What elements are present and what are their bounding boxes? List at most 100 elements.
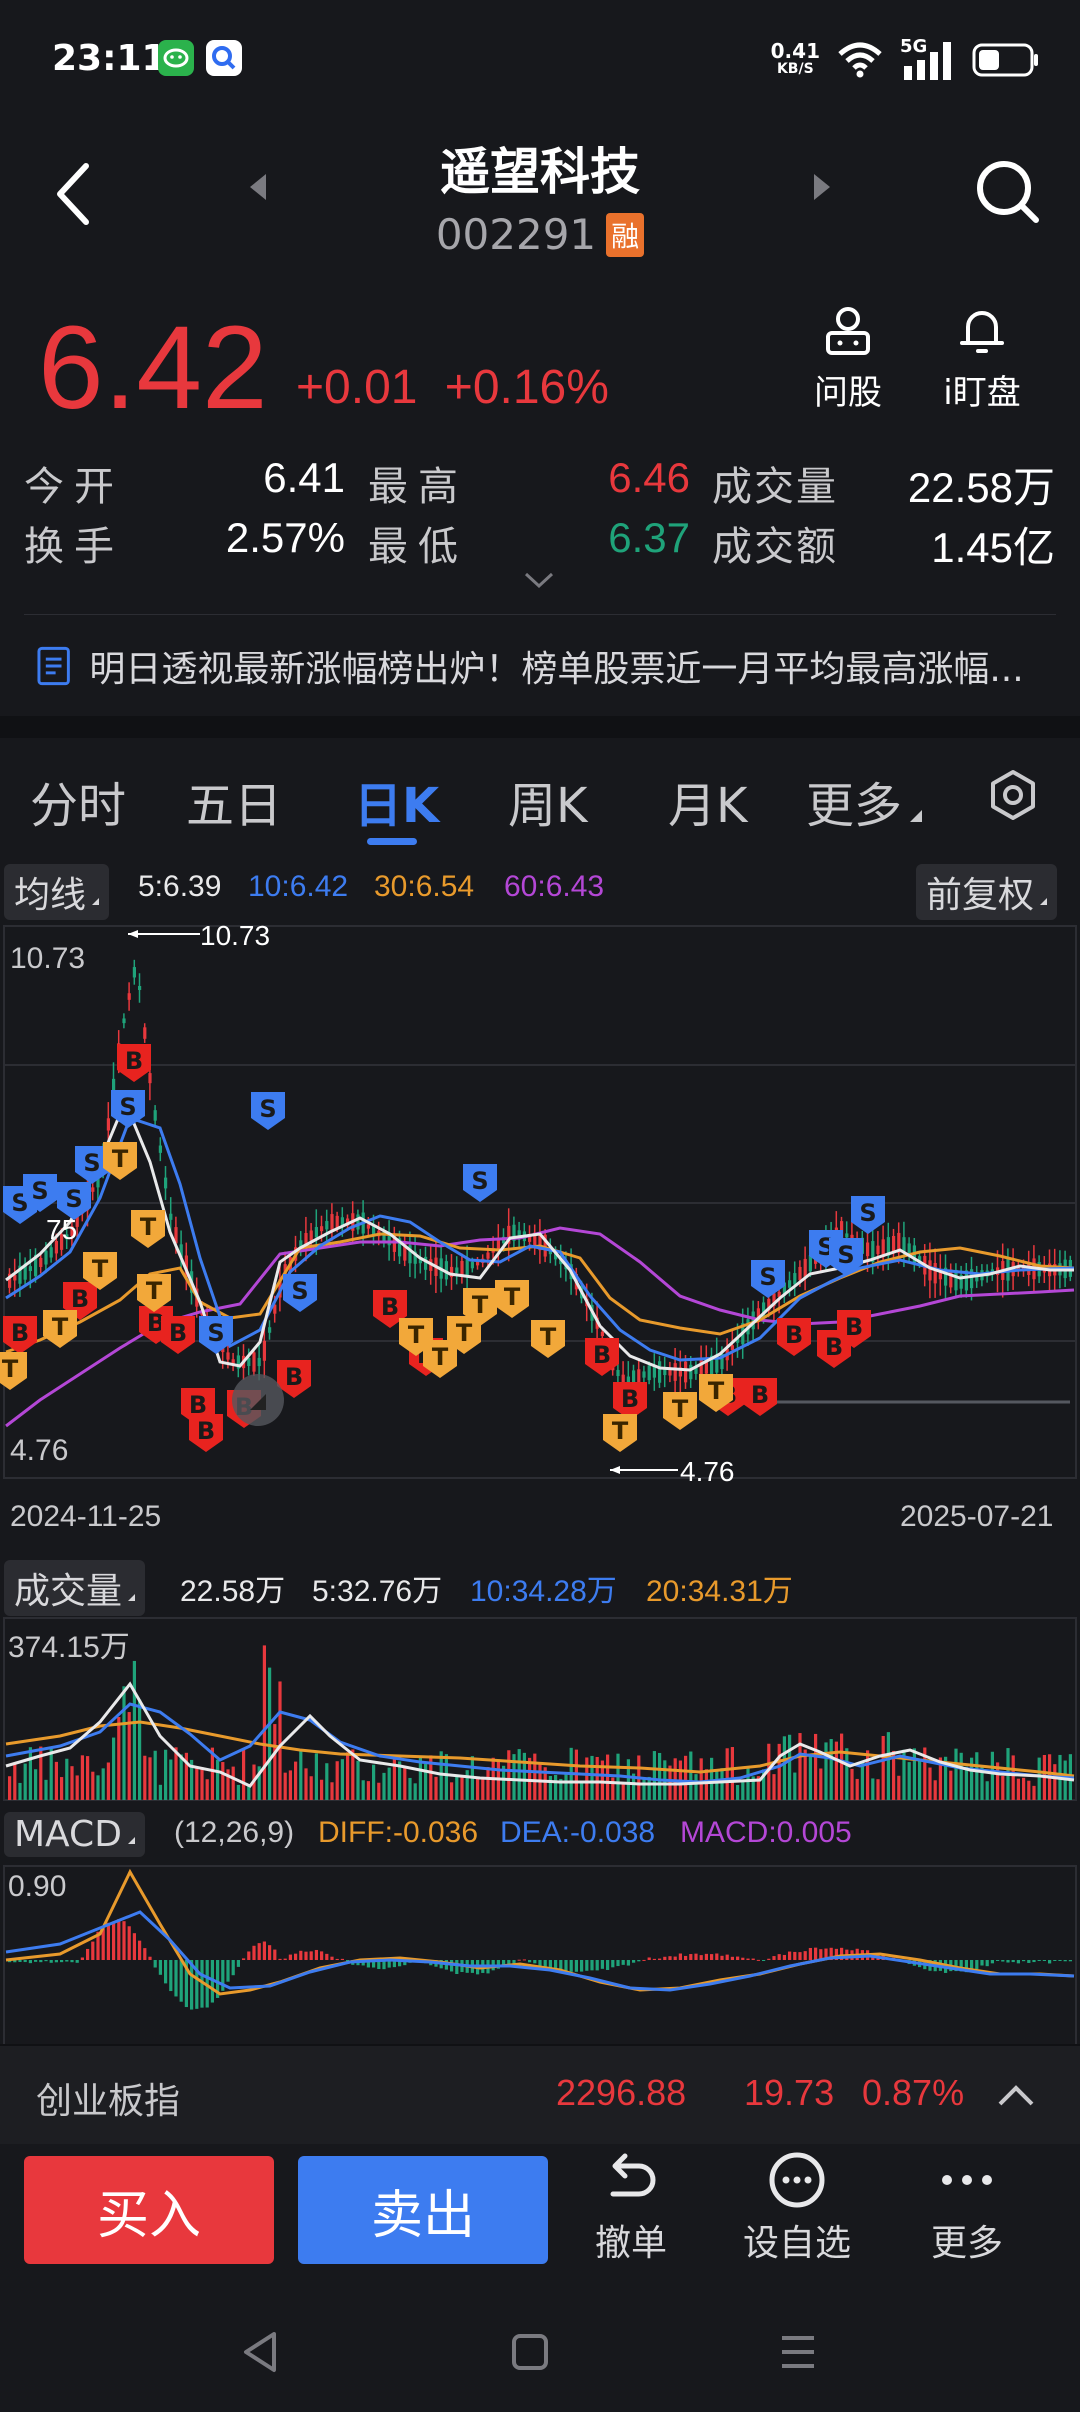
- macd-bar: [590, 1960, 594, 1971]
- candle-body: [268, 1327, 272, 1333]
- macd-bar: [112, 1921, 116, 1960]
- macd-bar: [294, 1953, 298, 1960]
- tab-weekly-k[interactable]: 周K: [508, 766, 587, 836]
- candle-body: [626, 1376, 630, 1383]
- more-button[interactable]: 更多: [902, 2152, 1032, 2266]
- volume-bar: [855, 1778, 859, 1800]
- volume-bar: [34, 1769, 38, 1800]
- macd-bar: [777, 1954, 781, 1960]
- undo-icon: [610, 2153, 656, 2197]
- news-banner[interactable]: 明日透视最新涨幅榜出炉！榜单股票近一月平均最高涨幅...: [0, 624, 1080, 708]
- svg-text:S: S: [207, 1319, 224, 1347]
- volume-bar: [444, 1754, 448, 1800]
- volume-bar: [200, 1767, 204, 1800]
- macd-bar: [803, 1951, 807, 1960]
- macd-selector[interactable]: MACD: [4, 1812, 145, 1857]
- volume-bar: [205, 1779, 209, 1800]
- macd-bar: [595, 1960, 599, 1971]
- candle-body: [730, 1345, 734, 1350]
- candle-body: [793, 1273, 797, 1285]
- volume-bar: [689, 1751, 693, 1800]
- volume-bar: [699, 1758, 703, 1800]
- macd-bar: [990, 1960, 994, 1964]
- macd-bar: [1063, 1960, 1067, 1962]
- svg-text:T: T: [540, 1323, 557, 1351]
- macd-bar: [564, 1960, 568, 1971]
- index-ticker[interactable]: 创业板指 2296.88 19.73 0.87%: [0, 2044, 1080, 2144]
- volume-bar: [413, 1783, 417, 1800]
- chevron-up-icon[interactable]: [996, 2082, 1036, 2108]
- macd-bar: [127, 1926, 131, 1960]
- trade-action-bar: 买入 卖出 撤单 设自选 更多: [0, 2144, 1080, 2290]
- volume-bar: [694, 1774, 698, 1800]
- candle-body: [460, 1260, 464, 1277]
- nav-home-icon[interactable]: [510, 2330, 550, 2374]
- volume-bar: [590, 1755, 594, 1800]
- nav-menu-icon[interactable]: [778, 2330, 818, 2374]
- macd-bar: [647, 1957, 651, 1960]
- ask-stock-button[interactable]: 问股: [788, 305, 908, 414]
- ma-selector[interactable]: 均线: [4, 864, 110, 920]
- price-change: +0.01: [296, 361, 418, 414]
- quote-detail-grid: 今开 6.41 最高 6.46 成交量 22.58万 换手 2.57% 最低 6…: [0, 446, 1080, 576]
- wifi-icon: [838, 42, 882, 78]
- search-icon[interactable]: [974, 158, 1042, 226]
- volume-bar: [1032, 1785, 1036, 1800]
- macd-bar: [652, 1958, 656, 1960]
- volume-bar: [907, 1762, 911, 1800]
- svg-text:T: T: [408, 1321, 425, 1349]
- tab-intraday[interactable]: 分时: [30, 766, 126, 836]
- sell-button[interactable]: 卖出: [298, 2156, 548, 2264]
- macd-chart[interactable]: [0, 1864, 1080, 2048]
- tab-five-day[interactable]: 五日: [186, 766, 282, 836]
- volume-bar: [143, 1755, 147, 1800]
- volume-bar: [704, 1769, 708, 1800]
- macd-y-max: 0.90: [8, 1870, 67, 1903]
- macd-bar: [132, 1933, 136, 1960]
- macd-bar: [236, 1960, 240, 1967]
- macd-bar: [1068, 1960, 1072, 1962]
- chart-settings-icon[interactable]: [986, 768, 1040, 822]
- volume-bar: [845, 1748, 849, 1800]
- macd-bar: [138, 1940, 142, 1960]
- candle-body: [933, 1263, 937, 1284]
- tab-more[interactable]: 更多: [806, 766, 923, 836]
- macd-bar: [314, 1949, 318, 1960]
- high-value: 6.46: [608, 454, 690, 501]
- cancel-order-button[interactable]: 撤单: [566, 2152, 696, 2266]
- nav-back-icon[interactable]: [240, 2330, 280, 2374]
- macd-bar: [606, 1960, 610, 1970]
- svg-text:S: S: [83, 1149, 100, 1177]
- candle-body: [600, 1331, 604, 1337]
- volume-bar: [18, 1782, 22, 1800]
- volume-selector[interactable]: 成交量: [4, 1560, 146, 1616]
- macd-bar: [985, 1960, 989, 1967]
- kline-chart[interactable]: SSSSSSSSSSSSSBBBBBBBBBBBBBBBBBBTTTTTTTTT…: [0, 922, 1080, 1482]
- tab-monthly-k[interactable]: 月K: [668, 766, 747, 836]
- macd-bar: [632, 1960, 636, 1963]
- adjust-selector[interactable]: 前复权: [916, 864, 1058, 920]
- tab-daily-k[interactable]: 日K: [354, 766, 439, 836]
- volume-bar: [28, 1747, 32, 1800]
- high-label: 最高: [368, 464, 468, 510]
- volume-bar: [127, 1712, 131, 1800]
- turnover-label: 换手: [24, 524, 124, 570]
- macd-bar: [309, 1951, 313, 1960]
- volume-bar: [772, 1774, 776, 1800]
- svg-text:B: B: [381, 1293, 399, 1321]
- volume-bar: [195, 1768, 199, 1800]
- volume-bar: [975, 1752, 979, 1800]
- buy-button[interactable]: 买入: [24, 2156, 274, 2264]
- volume-bar: [80, 1755, 84, 1800]
- candle-body: [356, 1214, 360, 1230]
- drag-handle[interactable]: [232, 1374, 284, 1426]
- next-stock-icon[interactable]: [812, 172, 832, 202]
- volume-chart[interactable]: [0, 1616, 1080, 1802]
- add-watchlist-button[interactable]: 设自选: [732, 2152, 862, 2266]
- watch-board-button[interactable]: i盯盘: [922, 305, 1042, 414]
- macd-bar: [710, 1954, 714, 1960]
- macd-bar: [751, 1958, 755, 1960]
- expand-chevron-icon[interactable]: [522, 570, 556, 590]
- volume-bar: [720, 1768, 724, 1800]
- candle-body: [106, 1118, 110, 1131]
